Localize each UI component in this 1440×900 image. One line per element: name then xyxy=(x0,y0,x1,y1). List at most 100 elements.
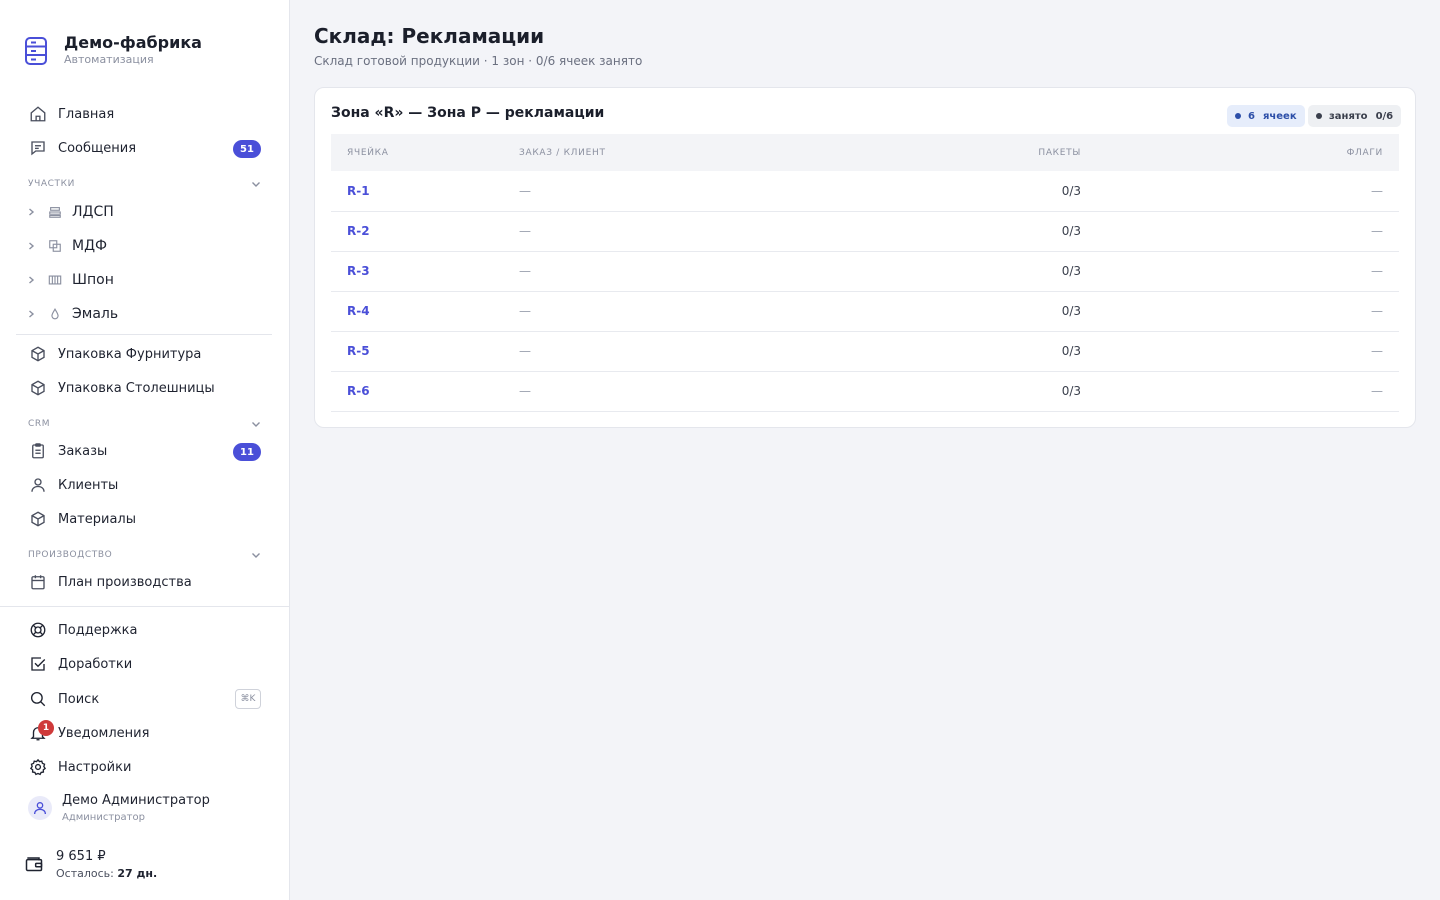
brand[interactable]: Демо-фабрика Автоматизация xyxy=(24,34,202,66)
table-row[interactable]: R-4 — 0/3 — xyxy=(331,291,1399,331)
nav-notifications[interactable]: 1 Уведомления xyxy=(16,718,272,748)
divider xyxy=(16,334,272,335)
table-row[interactable]: R-2 — 0/3 — xyxy=(331,211,1399,251)
chevron-right-icon[interactable] xyxy=(26,207,40,217)
copy-icon xyxy=(48,239,64,253)
home-icon xyxy=(28,104,48,124)
nav-packaging-countertops-label: Упаковка Столешницы xyxy=(58,380,215,396)
status-dot xyxy=(1235,113,1241,119)
cell-link[interactable]: R-6 xyxy=(331,371,503,411)
section-crm[interactable]: CRM xyxy=(28,418,262,430)
zone-card: Зона «R» — Зона Р — рекламации 6 ячеек з… xyxy=(314,87,1416,428)
brand-subtitle: Автоматизация xyxy=(64,53,154,66)
wallet-amount: 9 651 ₽ xyxy=(56,849,106,864)
user-role: Администратор xyxy=(62,812,145,823)
user-name: Демо Администратор xyxy=(62,793,210,808)
wallet[interactable]: 9 651 ₽ Осталось: 27 дн. xyxy=(24,849,157,880)
notifications-count: 1 xyxy=(38,720,54,736)
area-label: Шпон xyxy=(72,272,114,288)
lifebuoy-icon xyxy=(28,620,48,640)
drop-icon xyxy=(48,307,64,321)
nav-production-plan[interactable]: План производства xyxy=(16,567,272,597)
cell-link[interactable]: R-4 xyxy=(331,291,503,331)
chevron-right-icon[interactable] xyxy=(26,309,40,319)
messages-badge: 51 xyxy=(233,140,261,158)
cells-label: ячеек xyxy=(1262,110,1297,122)
veneer-icon xyxy=(48,273,64,287)
checkbox-icon xyxy=(28,654,48,674)
nav-search[interactable]: Поиск ⌘K xyxy=(16,684,272,714)
divider xyxy=(0,606,290,607)
chevron-down-icon xyxy=(252,182,260,187)
nav-packaging-fittings[interactable]: Упаковка Фурнитура xyxy=(16,339,272,369)
nav-clients[interactable]: Клиенты xyxy=(16,470,272,500)
section-production-label: ПРОИЗВОДСТВО xyxy=(28,550,113,560)
chevron-down-icon xyxy=(252,553,260,558)
nav-search-label: Поиск xyxy=(58,691,100,707)
nav-orders[interactable]: Заказы 11 xyxy=(16,436,272,466)
packages: 0/3 xyxy=(1061,304,1081,318)
area-item-mdf[interactable]: МДФ xyxy=(16,231,272,261)
cell-link[interactable]: R-5 xyxy=(331,331,503,371)
calendar-icon xyxy=(28,572,48,592)
nav-production-plan-label: План производства xyxy=(58,574,192,590)
nav-support-label: Поддержка xyxy=(58,622,138,638)
avatar xyxy=(28,796,52,820)
page-subtitle: Склад готовой продукции · 1 зон · 0/6 яч… xyxy=(314,54,643,68)
status-dot xyxy=(1316,113,1322,119)
zone-title: Зона «R» — Зона Р — рекламации xyxy=(331,105,605,121)
nav-settings-label: Настройки xyxy=(58,759,132,775)
nav-packaging-fittings-label: Упаковка Фурнитура xyxy=(58,346,202,362)
packages: 0/3 xyxy=(1061,264,1081,278)
area-item-emal[interactable]: Эмаль xyxy=(16,299,272,329)
page-title: Склад: Рекламации xyxy=(314,24,545,48)
search-shortcut: ⌘K xyxy=(235,689,261,709)
section-production[interactable]: ПРОИЗВОДСТВО xyxy=(28,549,262,561)
nav-support[interactable]: Поддержка xyxy=(16,615,272,645)
nav-orders-label: Заказы xyxy=(58,443,108,459)
cell-link[interactable]: R-3 xyxy=(331,251,503,291)
area-item-shpon[interactable]: Шпон xyxy=(16,265,272,295)
chevron-right-icon[interactable] xyxy=(26,275,40,285)
nav-messages[interactable]: Сообщения 51 xyxy=(16,133,272,163)
column-header-order: ЗАКАЗ / КЛИЕНТ xyxy=(519,147,606,158)
occupied-value: 0/6 xyxy=(1375,110,1394,122)
section-areas-label: УЧАСТКИ xyxy=(28,179,75,189)
area-item-ldsp[interactable]: ЛДСП xyxy=(16,197,272,227)
nav-materials[interactable]: Материалы xyxy=(16,504,272,534)
column-header-flags: ФЛАГИ xyxy=(1346,147,1383,158)
table-row[interactable]: R-6 — 0/3 — xyxy=(331,371,1399,411)
wallet-remaining-value: 27 дн. xyxy=(117,867,158,880)
nav-home[interactable]: Главная xyxy=(16,99,272,129)
package-icon xyxy=(28,344,48,364)
column-header-packages: ПАКЕТЫ xyxy=(1038,147,1081,158)
section-areas[interactable]: УЧАСТКИ xyxy=(28,178,262,190)
column-header-cell: ЯЧЕЙКА xyxy=(347,147,389,158)
packages: 0/3 xyxy=(1061,183,1081,198)
main-content: Склад: Рекламации Склад готовой продукци… xyxy=(290,0,1440,900)
cell-link[interactable]: R-1 xyxy=(331,171,503,211)
table-row[interactable]: R-3 — 0/3 — xyxy=(331,251,1399,291)
flags: — xyxy=(1371,304,1383,318)
user-profile[interactable]: Демо Администратор Администратор xyxy=(28,793,210,823)
box-icon xyxy=(28,509,48,529)
nav-settings[interactable]: Настройки xyxy=(16,752,272,782)
nav-packaging-countertops[interactable]: Упаковка Столешницы xyxy=(16,373,272,403)
chevron-down-icon xyxy=(252,422,260,427)
message-icon xyxy=(28,138,48,158)
cells-table: ЯЧЕЙКА ЗАКАЗ / КЛИЕНТ ПАКЕТЫ ФЛАГИ R-1 —… xyxy=(331,134,1399,412)
flags: — xyxy=(1371,384,1383,398)
cell-link[interactable]: R-2 xyxy=(331,211,503,251)
nav-home-label: Главная xyxy=(58,106,115,122)
chevron-right-icon[interactable] xyxy=(26,241,40,251)
area-label: ЛДСП xyxy=(72,204,114,220)
packages: 0/3 xyxy=(1061,384,1081,398)
order-client: — xyxy=(519,224,531,238)
wallet-remaining: Осталось: 27 дн. xyxy=(56,867,157,880)
table-row[interactable]: R-5 — 0/3 — xyxy=(331,331,1399,371)
table-row[interactable]: R-1 — 0/3 — xyxy=(331,171,1399,211)
layers-icon xyxy=(48,205,64,219)
brand-title: Демо-фабрика xyxy=(64,33,202,52)
nav-improvements[interactable]: Доработки xyxy=(16,649,272,679)
packages: 0/3 xyxy=(1061,224,1081,238)
